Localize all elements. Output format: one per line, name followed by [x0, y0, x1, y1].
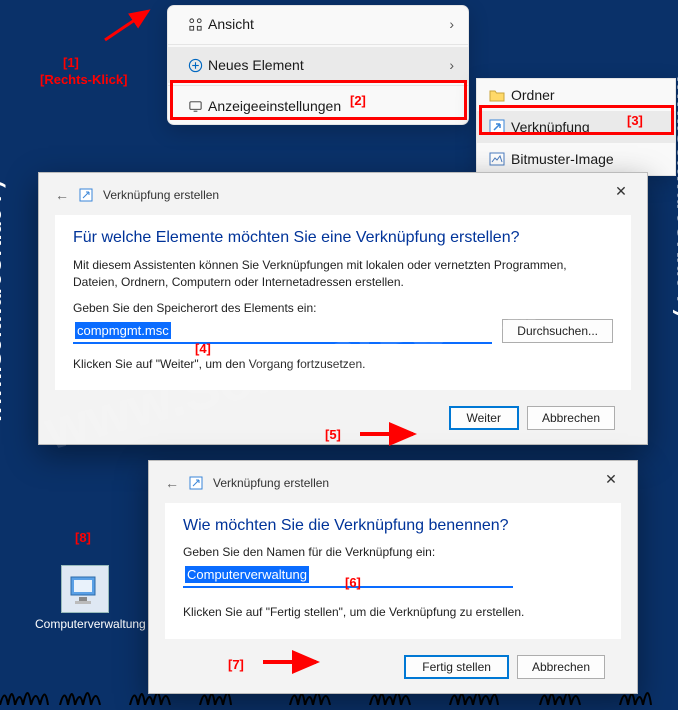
shortcut-icon: [489, 119, 511, 135]
close-button[interactable]: ✕: [601, 177, 641, 205]
menu-item-ansicht[interactable]: Ansicht ›: [168, 6, 468, 42]
arrow-icon: [355, 422, 425, 446]
submenu-label: Verknüpfung: [511, 119, 590, 135]
desktop-icon-label: Computerverwaltung: [35, 617, 135, 631]
annotation-7: [7]: [228, 657, 244, 672]
submenu-label: Bitmuster-Image: [511, 151, 614, 167]
annotation-8: [8]: [75, 530, 91, 545]
menu-item-neues-element[interactable]: Neues Element ›: [168, 47, 468, 83]
image-icon: [489, 152, 511, 166]
dialog-create-shortcut-1: ✕ ← Verknüpfung erstellen Für welche Ele…: [38, 172, 648, 445]
menu-label: Anzeigeeinstellungen: [208, 98, 341, 114]
annotation-6: [6]: [345, 575, 361, 590]
dialog-create-shortcut-2: ✕ ← Verknüpfung erstellen Wie möchten Si…: [148, 460, 638, 694]
plus-circle-icon: [182, 58, 208, 73]
separator: [168, 44, 468, 45]
annotation-5: [5]: [325, 427, 341, 442]
dialog-title: Wie möchten Sie die Verknüpfung benennen…: [183, 517, 603, 535]
computer-management-icon: [61, 565, 109, 613]
chevron-right-icon: ›: [449, 57, 454, 73]
cancel-button[interactable]: Abbrechen: [527, 406, 615, 430]
dialog-hint: Klicken Sie auf "Weiter", um den Vorgang…: [73, 356, 613, 373]
dialog-header-text: Verknüpfung erstellen: [103, 188, 219, 202]
dialog-description: Mit diesem Assistenten können Sie Verknü…: [73, 257, 613, 291]
menu-item-anzeige[interactable]: Anzeigeeinstellungen: [168, 88, 468, 124]
annotation-1-label: [Rechts-Klick]: [40, 72, 127, 87]
input-label: Geben Sie den Speicherort des Elements e…: [73, 301, 613, 315]
back-button[interactable]: ←: [165, 475, 179, 491]
cancel-button[interactable]: Abbrechen: [517, 655, 605, 679]
back-button[interactable]: ←: [55, 187, 69, 203]
menu-label: Ansicht: [208, 16, 254, 32]
annotation-4: [4]: [195, 341, 211, 356]
arrow-icon: [258, 650, 328, 674]
submenu-new: Ordner Verknüpfung Bitmuster-Image: [476, 78, 676, 176]
input-label: Geben Sie den Namen für die Verknüpfung …: [183, 545, 603, 559]
dialog-title: Für welche Elemente möchten Sie eine Ver…: [73, 229, 613, 247]
annotation-1: [1]: [63, 55, 79, 70]
arrow-icon: [100, 5, 160, 45]
context-menu: Ansicht › Neues Element › Anzeigeeinstel…: [167, 5, 469, 125]
menu-label: Neues Element: [208, 57, 304, 73]
close-button[interactable]: ✕: [591, 465, 631, 493]
grid-icon: [182, 17, 208, 32]
separator: [168, 85, 468, 86]
dialog-header-text: Verknüpfung erstellen: [213, 476, 329, 490]
submenu-item-ordner[interactable]: Ordner: [477, 79, 675, 111]
browse-button[interactable]: Durchsuchen...: [502, 319, 613, 343]
annotation-3: [3]: [627, 113, 643, 128]
location-input[interactable]: compmgmt.msc: [73, 319, 492, 344]
submenu-label: Ordner: [511, 87, 555, 103]
display-icon: [182, 99, 208, 114]
desktop-shortcut[interactable]: Computerverwaltung: [35, 565, 135, 631]
next-button[interactable]: Weiter: [449, 406, 519, 430]
chevron-right-icon: ›: [449, 16, 454, 32]
finish-button[interactable]: Fertig stellen: [404, 655, 509, 679]
folder-icon: [489, 88, 511, 102]
submenu-item-bitmuster[interactable]: Bitmuster-Image: [477, 143, 675, 175]
dialog-hint: Klicken Sie auf "Fertig stellen", um die…: [183, 604, 603, 621]
shortcut-icon: [189, 476, 203, 490]
submenu-item-verknuepfung[interactable]: Verknüpfung: [477, 111, 675, 143]
watermark-left: www.SoftwareOK.de :-): [0, 181, 7, 423]
annotation-2: [2]: [350, 93, 366, 108]
shortcut-icon: [79, 188, 93, 202]
